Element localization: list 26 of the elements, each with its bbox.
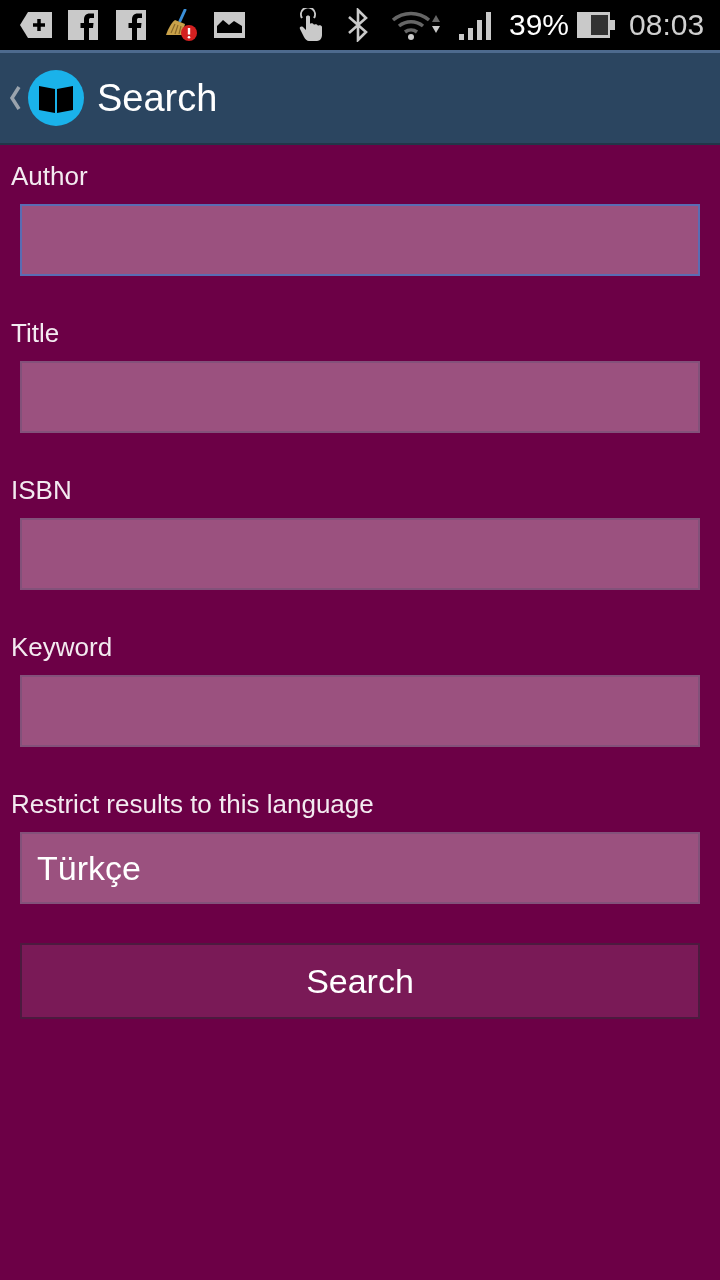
search-button[interactable]: Search [20,943,700,1019]
touch-hand-icon [299,8,323,42]
field-label: Author [10,160,89,193]
field-label: Keyword [10,631,114,664]
back-chevron-icon[interactable] [9,86,21,110]
input-field[interactable] [20,518,700,590]
book-logo-icon [28,70,84,126]
broom-alert-icon [165,9,197,41]
plus-tag-icon [20,12,52,38]
facebook-icon [68,10,98,40]
screen-title: Search [97,76,218,120]
input-field[interactable] [20,675,700,747]
facebook-icon [116,10,146,40]
image-icon [214,12,245,38]
input-field[interactable] [20,361,700,433]
clock-time: 08:03 [629,8,705,42]
input-field[interactable] [20,204,700,276]
field-label: ISBN [10,474,73,507]
language-field[interactable]: Türkçe [20,832,700,904]
battery-icon [577,12,616,38]
signal-icon [459,10,493,40]
field-label: Title [10,317,61,350]
battery-percent: 39% [509,8,570,42]
wifi-icon [391,10,441,40]
field-label: Restrict results to this language [10,788,375,821]
bluetooth-icon [347,8,369,42]
